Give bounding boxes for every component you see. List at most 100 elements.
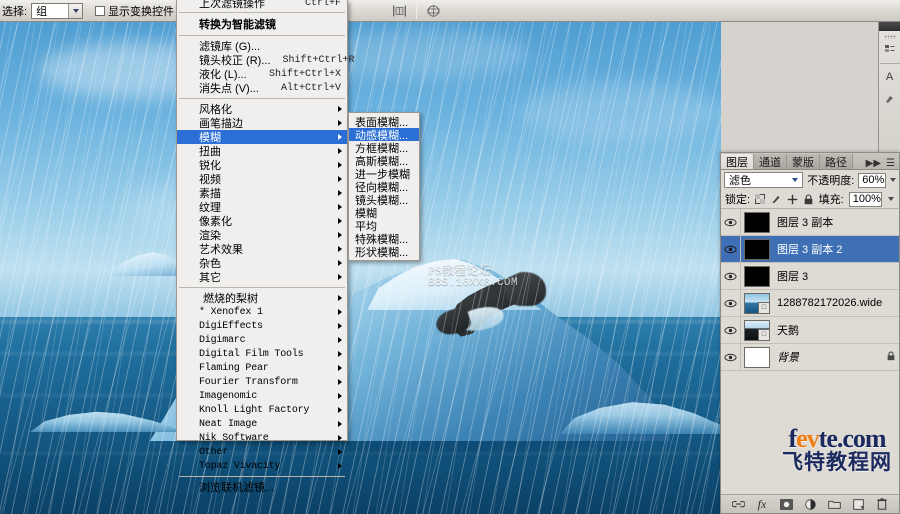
tab-channels[interactable]: 通道 bbox=[754, 154, 787, 169]
menu-item-plugin-imagenomic[interactable]: Imagenomic bbox=[177, 389, 347, 403]
menu-item-plugin-topaz-vivacity[interactable]: Topaz Vivacity bbox=[177, 459, 347, 473]
distribute-centers-icon[interactable] bbox=[425, 2, 442, 19]
menu-item-pixelate[interactable]: 像素化 bbox=[177, 214, 347, 228]
opacity-stepper-icon[interactable] bbox=[889, 178, 896, 182]
new-layer-icon[interactable] bbox=[852, 498, 865, 511]
selection-mode-dropdown[interactable]: 组 bbox=[31, 2, 84, 19]
tab-masks[interactable]: 蒙版 bbox=[787, 154, 820, 169]
menu-item-plugin-knoll-light-factory[interactable]: Knoll Light Factory bbox=[177, 403, 347, 417]
submenu-item-shape-blur[interactable]: 形状模糊... bbox=[349, 245, 419, 259]
menu-item-plugin-neat-image[interactable]: Neat Image bbox=[177, 417, 347, 431]
tab-layers[interactable]: 图层 bbox=[721, 154, 754, 169]
filter-menu-dropdown[interactable]: 上次滤镜操作 Ctrl+F 转换为智能滤镜 滤镜库 (G)... 镜头校正 (R… bbox=[176, 0, 355, 494]
new-group-icon[interactable] bbox=[827, 498, 841, 511]
menu-item-sketch[interactable]: 素描 bbox=[177, 186, 347, 200]
menu-item-filter-gallery[interactable]: 滤镜库 (G)... bbox=[177, 39, 347, 53]
table-row[interactable]: 图层 3 bbox=[721, 263, 899, 290]
tab-paths[interactable]: 路径 bbox=[820, 154, 853, 169]
menu-item-distort[interactable]: 扭曲 bbox=[177, 144, 347, 158]
menu-item-label: 消失点 (V)... bbox=[199, 83, 259, 95]
menu-item-plugin-other[interactable]: Other bbox=[177, 445, 347, 459]
submenu-arrow-icon bbox=[338, 295, 342, 301]
lock-image-pixels-icon[interactable] bbox=[771, 193, 782, 205]
layer-visibility-toggle[interactable] bbox=[721, 236, 741, 262]
menu-item-last-filter[interactable]: 上次滤镜操作 Ctrl+F bbox=[177, 0, 347, 10]
layer-visibility-toggle[interactable] bbox=[721, 344, 741, 370]
menu-item-label: 形状模糊... bbox=[355, 246, 409, 259]
menu-item-plugin-fourier-transform[interactable]: Fourier Transform bbox=[177, 375, 347, 389]
menu-item-brush-strokes[interactable]: 画笔描边 bbox=[177, 116, 347, 130]
fill-stepper-icon[interactable] bbox=[887, 197, 895, 201]
collapsed-panel-dock: A bbox=[878, 22, 900, 154]
lock-position-icon[interactable] bbox=[787, 193, 798, 205]
menu-item-plugin-nik-software[interactable]: Nik Software bbox=[177, 431, 347, 445]
layer-thumbnail[interactable]: □ bbox=[744, 319, 770, 341]
menu-item-shortcut: Shift+Ctrl+X bbox=[268, 68, 341, 80]
menu-item-plugin-flaming-pear[interactable]: Flaming Pear bbox=[177, 361, 347, 375]
add-layer-style-icon[interactable]: fx bbox=[756, 497, 769, 511]
layer-thumbnail[interactable] bbox=[744, 211, 770, 233]
menu-item-lens-correction[interactable]: 镜头校正 (R)... Shift+Ctrl+R bbox=[177, 53, 355, 68]
table-row[interactable]: 背景 bbox=[721, 344, 899, 371]
table-row[interactable]: 图层 3 副本 bbox=[721, 209, 899, 236]
layer-thumbnail[interactable] bbox=[744, 238, 770, 260]
menu-item-noise[interactable]: 杂色 bbox=[177, 256, 347, 270]
layers-panel[interactable]: 图层 通道 蒙版 路径 ▶▶ ☰ 滤色 不透明度: 60% 锁定: 填充: 10… bbox=[720, 152, 900, 514]
layer-thumbnail[interactable] bbox=[744, 265, 770, 287]
delete-layer-icon[interactable] bbox=[876, 498, 889, 511]
layer-visibility-toggle[interactable] bbox=[721, 263, 741, 289]
fill-input[interactable]: 100% bbox=[848, 191, 882, 207]
submenu-arrow-icon bbox=[338, 204, 342, 210]
distribute-horizontal-icon[interactable] bbox=[391, 2, 408, 19]
dock-grab-handle[interactable] bbox=[879, 22, 900, 31]
layer-visibility-toggle[interactable] bbox=[721, 290, 741, 316]
table-row[interactable]: 图层 3 副本 2 bbox=[721, 236, 899, 263]
history-icon[interactable] bbox=[880, 39, 900, 61]
blur-submenu[interactable]: 表面模糊... 动感模糊... 方框模糊... 高斯模糊... 进一步模糊 径向… bbox=[348, 112, 420, 261]
menu-item-render[interactable]: 渲染 bbox=[177, 228, 347, 242]
menu-item-plugin-digimarc[interactable]: Digimarc bbox=[177, 333, 347, 347]
opacity-input[interactable]: 60% bbox=[858, 172, 886, 188]
lock-all-icon[interactable] bbox=[803, 193, 814, 205]
collapse-panel-icon[interactable]: ▶▶ bbox=[866, 158, 881, 169]
table-row[interactable]: □ 1288782172026.wide bbox=[721, 290, 899, 317]
blend-mode-row: 滤色 不透明度: 60% bbox=[721, 170, 899, 190]
panel-menu-icon[interactable]: ☰ bbox=[886, 158, 895, 169]
layer-visibility-toggle[interactable] bbox=[721, 209, 741, 235]
document-canvas[interactable]: PS教程论坛 BBS.16XX8.COM bbox=[0, 22, 721, 514]
link-layers-icon[interactable] bbox=[731, 498, 745, 511]
menu-item-plugin-digieffects[interactable]: DigiEffects bbox=[177, 319, 347, 333]
menu-item-vanishing-point[interactable]: 消失点 (V)... Alt+Ctrl+V bbox=[177, 81, 347, 96]
blend-mode-dropdown[interactable]: 滤色 bbox=[724, 172, 804, 188]
show-transform-controls-checkbox[interactable]: 显示变换控件 bbox=[95, 3, 174, 19]
submenu-arrow-icon bbox=[338, 435, 342, 441]
menu-item-convert-to-smart-filter[interactable]: 转换为智能滤镜 bbox=[177, 16, 347, 32]
menu-item-plugin-xenofex[interactable]: * Xenofex 1 bbox=[177, 305, 347, 319]
menu-item-label: Fourier Transform bbox=[199, 376, 298, 388]
menu-item-label: DigiEffects bbox=[199, 320, 263, 332]
character-icon[interactable]: A bbox=[880, 66, 900, 88]
eye-icon bbox=[724, 218, 737, 226]
layer-thumbnail[interactable] bbox=[744, 346, 770, 368]
new-adjustment-layer-icon[interactable] bbox=[804, 498, 817, 511]
layer-list[interactable]: 图层 3 副本 图层 3 副本 2 图层 3 □ 1288782172026.w… bbox=[721, 209, 899, 494]
add-layer-mask-icon[interactable] bbox=[779, 498, 793, 511]
menu-item-plugin-burning-pear-tree[interactable]: 燃烧的梨树 bbox=[177, 291, 347, 305]
menu-item-other[interactable]: 其它 bbox=[177, 270, 347, 284]
menu-item-stylize[interactable]: 风格化 bbox=[177, 102, 347, 116]
filter-menu-top-group: 上次滤镜操作 Ctrl+F 转换为智能滤镜 bbox=[177, 0, 347, 32]
menu-item-texture[interactable]: 纹理 bbox=[177, 200, 347, 214]
menu-item-blur[interactable]: 模糊 bbox=[177, 130, 347, 144]
lock-transparent-pixels-icon[interactable] bbox=[755, 193, 766, 205]
layer-thumbnail[interactable]: □ bbox=[744, 292, 770, 314]
checkbox-box-icon bbox=[95, 5, 106, 16]
menu-item-sharpen[interactable]: 锐化 bbox=[177, 158, 347, 172]
menu-item-plugin-digital-film-tools[interactable]: Digital Film Tools bbox=[177, 347, 347, 361]
menu-item-artistic[interactable]: 艺术效果 bbox=[177, 242, 347, 256]
layer-visibility-toggle[interactable] bbox=[721, 317, 741, 343]
brush-preset-icon[interactable] bbox=[880, 88, 900, 110]
menu-item-browse-online-filters[interactable]: 浏览联机滤镜... bbox=[177, 480, 347, 494]
menu-item-liquify[interactable]: 液化 (L)... Shift+Ctrl+X bbox=[177, 67, 347, 82]
table-row[interactable]: □ 天鹅 bbox=[721, 317, 899, 344]
menu-item-video[interactable]: 视频 bbox=[177, 172, 347, 186]
